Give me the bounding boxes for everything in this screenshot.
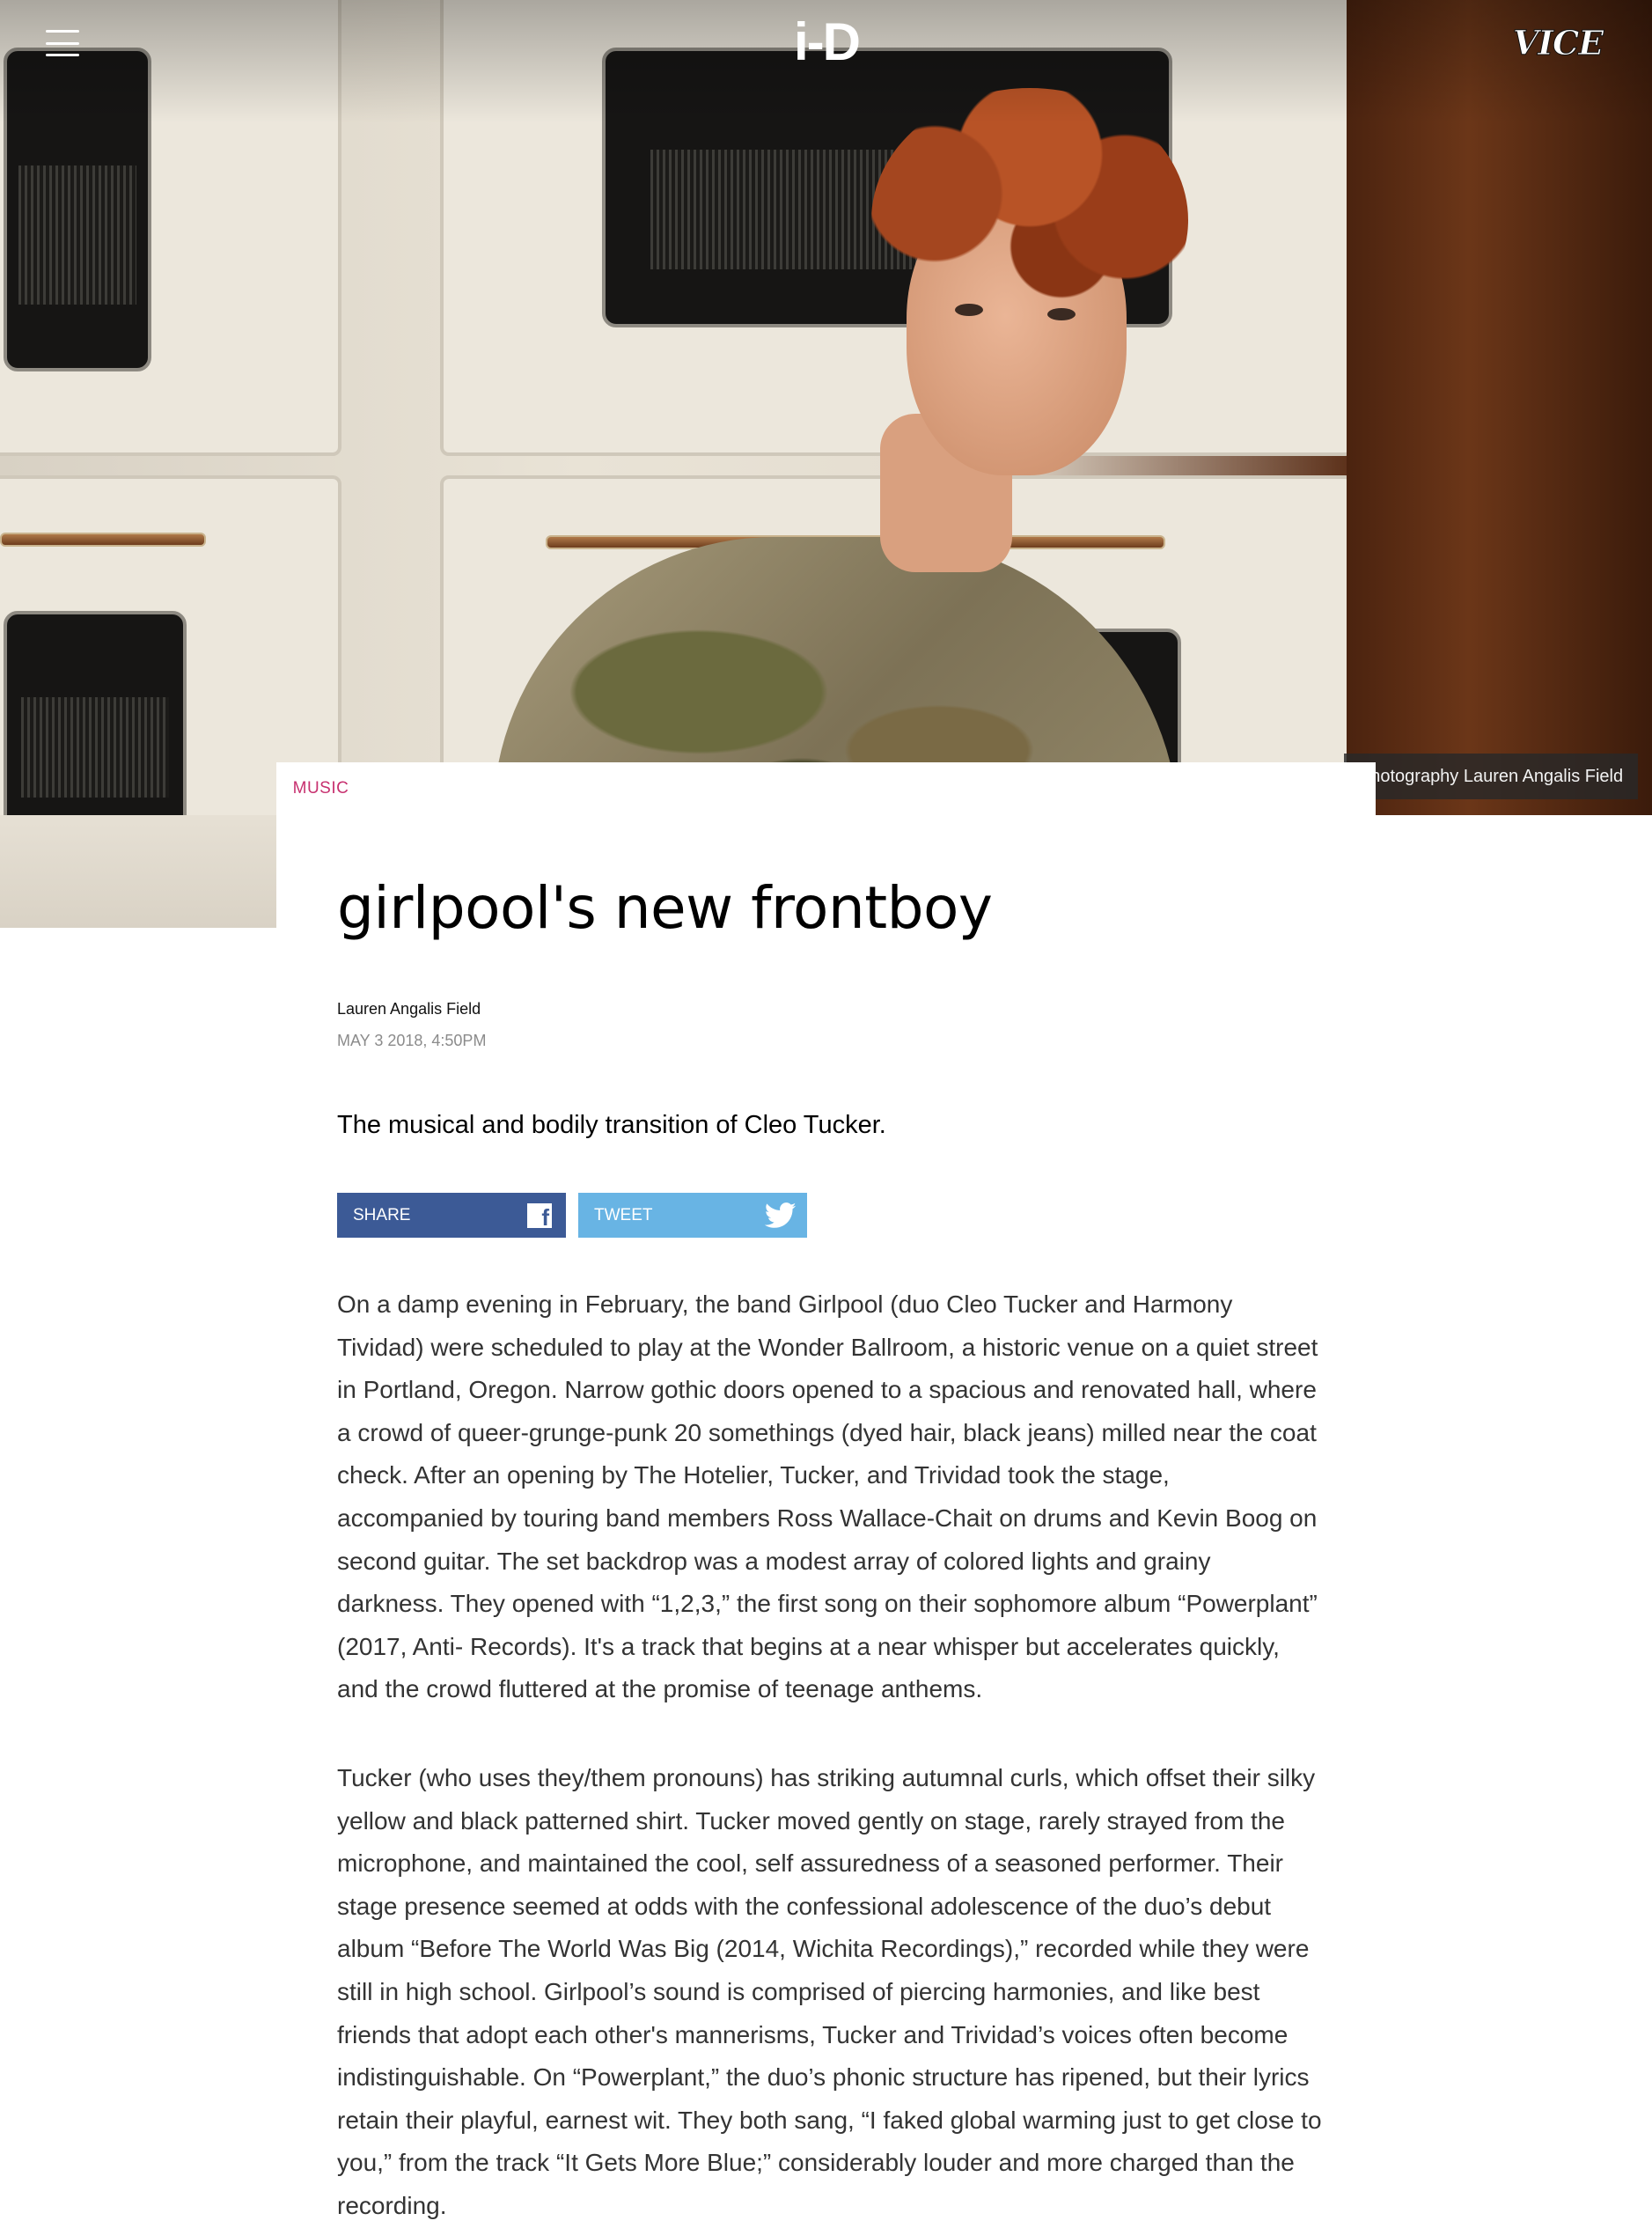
article-title: girlpool's new frontboy — [337, 874, 993, 942]
person-hair — [871, 88, 1188, 352]
article-dek: The musical and bodily transition of Cle… — [337, 1111, 886, 1139]
hero-photo — [0, 0, 1652, 815]
twitter-share-label: TWEET — [594, 1206, 653, 1224]
article-paragraph-2: Tucker (who uses they/them pronouns) has… — [337, 1764, 1322, 2219]
facebook-share-label: SHARE — [353, 1206, 411, 1224]
twitter-bird-icon — [765, 1202, 797, 1228]
article-paragraph-1: On a damp evening in February, the band … — [337, 1290, 1318, 1703]
facebook-share-button[interactable]: SHARE f — [337, 1193, 566, 1238]
twitter-share-button[interactable]: TWEET — [578, 1193, 807, 1238]
oven-handle — [0, 533, 206, 547]
oven-window — [4, 611, 187, 815]
hamburger-menu-icon[interactable] — [46, 30, 79, 56]
article-author[interactable]: Lauren Angalis Field — [337, 998, 481, 1019]
hero-photo-strip — [0, 815, 276, 928]
section-tag[interactable]: MUSIC — [276, 762, 365, 815]
article-date: MAY 3 2018, 4:50PM — [337, 1032, 487, 1049]
photo-credit: Photography Lauren Angalis Field — [1344, 754, 1638, 799]
i-d-logo[interactable]: i-D — [786, 14, 867, 70]
facebook-icon: f — [527, 1203, 552, 1231]
vice-logo[interactable]: VICE — [1509, 24, 1606, 62]
